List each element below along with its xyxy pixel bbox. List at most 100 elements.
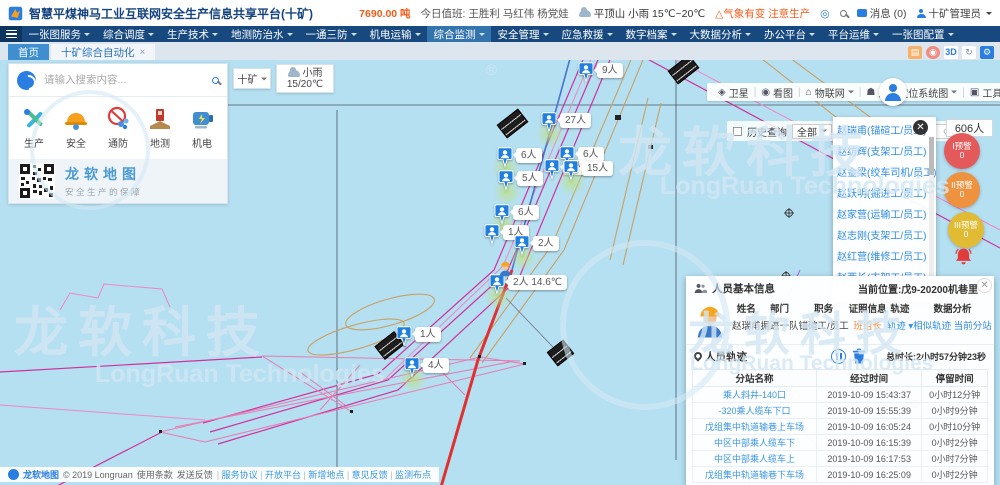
chevron-down-icon: [84, 33, 90, 39]
person-result-item[interactable]: 赵金梁(绞车司机/员工): [837, 163, 926, 184]
close-icon[interactable]: ✕: [913, 120, 928, 135]
legend-icon[interactable]: ▤: [908, 46, 922, 59]
trash-icon[interactable]: [852, 348, 866, 364]
nav-item-13[interactable]: 一张图配置: [886, 26, 961, 42]
hamburger-menu-button[interactable]: [0, 26, 22, 42]
nav-item-11[interactable]: 办公平台: [758, 26, 822, 42]
nav-item-2[interactable]: 生产技术: [161, 26, 225, 42]
app-logo-icon: [8, 6, 23, 21]
close-icon[interactable]: ×: [140, 47, 146, 58]
person-marker[interactable]: 2人: [514, 235, 530, 256]
person-marker[interactable]: 6人: [494, 204, 510, 225]
search-icon[interactable]: [212, 77, 219, 84]
chevron-down-icon: [948, 33, 954, 39]
person-marker[interactable]: 27人: [541, 112, 557, 133]
person-result-item[interactable]: 赵跃明(掘进工/员工): [837, 184, 926, 205]
station-name-link[interactable]: 中区中部乘人缆车下: [693, 435, 817, 451]
nav-item-5[interactable]: 机电运输: [363, 26, 427, 42]
person-result-item[interactable]: 赵家营(运输工/员工): [837, 205, 926, 226]
toolbar-person-system[interactable]: ☗人员定位系统图: [861, 85, 962, 100]
nav-item-6[interactable]: 综合监测: [427, 26, 491, 42]
survey-icon: [147, 106, 173, 132]
alert-badge-3[interactable]: III预警0: [948, 212, 984, 248]
person-locate-button[interactable]: [879, 78, 907, 106]
map-footer: 龙软地图 © 2019 Longruan 使用条款 发送反馈 | 服务协议 | …: [0, 467, 439, 482]
footer-feedback[interactable]: 发送反馈: [177, 468, 213, 481]
pause-button[interactable]: [831, 349, 846, 364]
close-icon[interactable]: ✕: [977, 278, 992, 293]
person-marker[interactable]: 9人: [578, 62, 594, 83]
user-menu[interactable]: 十矿管理员: [917, 6, 993, 21]
search-icon[interactable]: [840, 10, 847, 17]
station-name-link[interactable]: 戊组集中轨道输巷下车场: [693, 467, 817, 483]
toolbar-tools[interactable]: ▣工具: [965, 85, 1000, 100]
footer-link[interactable]: 服务协议: [222, 470, 258, 480]
station-name-link[interactable]: 中区中部乘人缆车上: [693, 451, 817, 467]
person-marker[interactable]: 1人: [396, 326, 412, 347]
gear-icon[interactable]: ⚙: [980, 46, 994, 59]
nav-item-10[interactable]: 大数据分析: [683, 26, 758, 42]
mine-map-canvas[interactable]: 9人27人6人6人4人15人5人6人1人2人2人 14.6℃1人4人 生产 安全: [0, 60, 1000, 485]
tab-home[interactable]: 首页: [8, 44, 49, 60]
3d-toggle-button[interactable]: 3D: [944, 46, 958, 59]
person-result-item[interactable]: 赵纺辉(支架工/员工): [837, 142, 926, 163]
current-station-link[interactable]: 当前分站: [954, 321, 992, 332]
category-ventilation[interactable]: 通防: [105, 106, 131, 150]
nav-item-9[interactable]: 数字档案: [619, 26, 683, 42]
col-header: 职务: [799, 302, 849, 318]
motor-icon: [189, 106, 215, 132]
nav-item-3[interactable]: 地测防治水: [225, 26, 300, 42]
person-marker[interactable]: 6人: [497, 147, 513, 168]
chevron-down-icon: [671, 33, 677, 39]
category-survey[interactable]: 地测: [147, 106, 173, 150]
history-checkbox[interactable]: [733, 127, 742, 136]
track-dropdown[interactable]: 轨迹 ▾: [887, 318, 913, 336]
nav-item-1[interactable]: 综合调度: [97, 26, 161, 42]
station-name-link[interactable]: 乘人斜井-140口: [693, 387, 817, 403]
nav-item-4[interactable]: 一通三防: [299, 26, 363, 42]
bulb-icon[interactable]: ◎: [820, 7, 830, 20]
nav-item-0[interactable]: 一张图服务: [22, 26, 97, 42]
person-marker[interactable]: 1人: [484, 224, 500, 245]
nav-item-7[interactable]: 安全管理: [491, 26, 555, 42]
footer-link[interactable]: 开放平台: [265, 470, 301, 480]
alarm-bell-icon[interactable]: [953, 246, 974, 267]
alert-badge-1[interactable]: I预警0: [944, 133, 980, 169]
footer-link[interactable]: 意见反馈: [352, 470, 388, 480]
map-search-input[interactable]: [42, 73, 206, 87]
refresh-icon[interactable]: ↻: [962, 46, 976, 59]
location-icon[interactable]: ◉: [926, 46, 940, 59]
person-marker[interactable]: 4人: [544, 159, 560, 180]
toolbar-iot[interactable]: ⌂物联网: [801, 85, 859, 100]
category-production[interactable]: 生产: [21, 106, 47, 150]
tab-automation[interactable]: 十矿综合自动化×: [51, 44, 155, 60]
footer-link[interactable]: 监测布点: [395, 470, 431, 480]
footer-terms[interactable]: 使用条款: [137, 468, 173, 481]
station-name-link[interactable]: -320乘人缆车下口: [693, 403, 817, 419]
person-marker[interactable]: 15人: [563, 160, 579, 181]
scrollbar[interactable]: [929, 137, 934, 288]
table-row: 戊组集中轨道输巷下车场2019-10-09 16:25:090小时2分钟: [693, 467, 988, 483]
person-marker[interactable]: 4人: [404, 357, 420, 378]
person-marker[interactable]: 5人: [498, 170, 514, 191]
messages-button[interactable]: 消息 (0): [857, 6, 907, 21]
toolbar-satellite[interactable]: ◈卫星: [713, 85, 754, 100]
person-dept: 掘进一队: [761, 318, 799, 336]
category-safety[interactable]: 安全: [63, 106, 89, 150]
person-result-item[interactable]: 赵志刚(支架工/员工): [837, 226, 926, 247]
toolbar-view[interactable]: ◉看图: [756, 85, 798, 100]
person-count-label: 2人 14.6℃: [508, 275, 567, 290]
alert-badge-2[interactable]: II预警0: [944, 172, 980, 208]
mine-selector[interactable]: 十矿: [233, 68, 271, 89]
person-marker[interactable]: 2人 14.6℃: [489, 274, 505, 295]
category-electromechanical[interactable]: 机电: [189, 106, 215, 150]
filter-dropdown[interactable]: 全部: [792, 124, 832, 139]
person-result-item[interactable]: 赵红营(维修工/员工): [837, 247, 926, 268]
station-name-link[interactable]: 戊组集中轨道输巷上车场: [693, 419, 817, 435]
similar-track-link[interactable]: 相似轨迹: [913, 321, 951, 332]
footer-link[interactable]: 新增地点: [308, 470, 344, 480]
nav-item-8[interactable]: 应急救援: [555, 26, 619, 42]
nav-item-12[interactable]: 平台运维: [822, 26, 886, 42]
cert-info-link[interactable]: 班组长: [849, 318, 887, 336]
col-header: 数据分析: [913, 302, 992, 318]
